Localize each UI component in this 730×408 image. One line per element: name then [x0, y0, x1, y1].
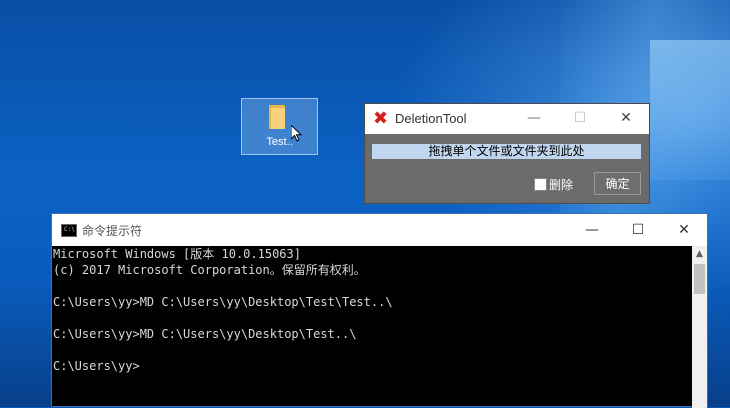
drop-zone[interactable]: 拖拽单个文件或文件夹到此处 — [372, 144, 641, 159]
delete-checkbox[interactable] — [534, 178, 547, 191]
folder-icon — [269, 105, 287, 129]
command-prompt-window: C:\ 命令提示符 — ☐ ✕ Microsoft Windows [版本 10… — [51, 213, 708, 408]
maximize-button[interactable]: ☐ — [557, 104, 603, 134]
desktop-icon-label: Test.. — [266, 136, 293, 148]
console-line: Microsoft Windows [版本 10.0.15063] — [53, 247, 301, 261]
ok-button[interactable]: 确定 — [594, 172, 641, 195]
minimize-button[interactable]: — — [511, 104, 557, 134]
delete-checkbox-label: 删除 — [549, 178, 574, 192]
deletion-tool-titlebar[interactable]: ✖ DeletionTool — ☐ ✕ — [365, 104, 649, 134]
minimize-button[interactable]: — — [569, 214, 615, 246]
close-button[interactable]: ✕ — [661, 214, 707, 246]
vertical-scrollbar[interactable]: ▲ — [692, 246, 707, 408]
window-title: 命令提示符 — [82, 224, 143, 238]
scroll-up-arrow-icon[interactable]: ▲ — [692, 246, 707, 263]
scroll-thumb[interactable] — [694, 264, 705, 294]
window-title: DeletionTool — [395, 111, 467, 126]
cmd-titlebar[interactable]: C:\ 命令提示符 — ☐ ✕ — [52, 214, 707, 246]
console-line: C:\Users\yy>MD C:\Users\yy\Desktop\Test.… — [53, 327, 357, 341]
app-x-icon: ✖ — [373, 108, 389, 129]
maximize-button[interactable]: ☐ — [615, 214, 661, 246]
console-line: C:\Users\yy>MD C:\Users\yy\Desktop\Test\… — [53, 295, 393, 309]
console-output[interactable]: Microsoft Windows [版本 10.0.15063] (c) 20… — [52, 246, 693, 408]
console-line: (c) 2017 Microsoft Corporation。保留所有权利。 — [53, 263, 366, 277]
deletion-tool-window: ✖ DeletionTool — ☐ ✕ 拖拽单个文件或文件夹到此处 删除 确定 — [364, 103, 650, 204]
close-button[interactable]: ✕ — [603, 104, 649, 134]
desktop-folder-icon-test[interactable]: Test.. — [241, 98, 318, 155]
wallpaper-light-pane — [650, 40, 730, 180]
cmd-icon: C:\ — [61, 224, 77, 237]
console-prompt-line: C:\Users\yy> — [53, 359, 140, 373]
